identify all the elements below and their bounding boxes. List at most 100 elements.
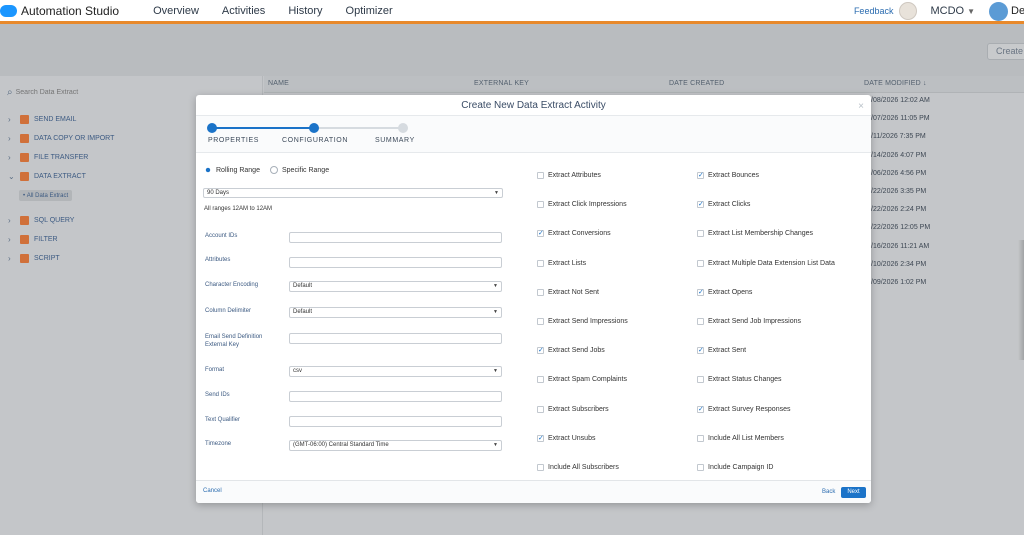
checkbox-option[interactable]: Extract Spam Complaints xyxy=(537,376,627,383)
checkbox-unchecked[interactable] xyxy=(697,376,704,383)
nav-history[interactable]: History xyxy=(288,5,322,17)
nav-activities[interactable]: Activities xyxy=(222,5,265,17)
cancel-button[interactable]: Cancel xyxy=(203,488,222,494)
checkbox-checked[interactable] xyxy=(697,200,704,208)
range-select-value: 90 Days xyxy=(207,190,230,196)
format-select[interactable]: csv ▼ xyxy=(289,366,502,377)
checkbox-option[interactable]: Extract Status Changes xyxy=(697,376,782,383)
checkbox-unchecked[interactable] xyxy=(537,260,544,267)
profile-image-icon[interactable] xyxy=(899,2,918,20)
checkbox-checked[interactable] xyxy=(537,434,544,442)
checkbox-option[interactable]: Extract List Membership Changes xyxy=(697,230,813,237)
sidebar-item-filter[interactable]: › FILTER xyxy=(8,235,58,244)
send-ids-input[interactable] xyxy=(289,391,502,402)
checkbox-option[interactable]: Extract Sent xyxy=(697,346,747,354)
checkbox-unchecked[interactable] xyxy=(537,201,544,208)
attributes-input[interactable] xyxy=(289,257,502,268)
sidebar-subitem-all-data-extract[interactable]: • All Data Extract xyxy=(19,190,73,201)
feedback-link[interactable]: Feedback xyxy=(854,6,894,16)
text-qualifier-input[interactable] xyxy=(289,416,502,427)
checkbox-unchecked[interactable] xyxy=(537,464,544,471)
checkbox-label: Extract Sent xyxy=(708,347,747,354)
checkbox-checked[interactable] xyxy=(697,288,704,296)
checkbox-option[interactable]: Extract Send Job Impressions xyxy=(697,318,801,325)
checkbox-unchecked[interactable] xyxy=(537,376,544,383)
checkbox-option[interactable]: Extract Survey Responses xyxy=(697,405,790,413)
checkbox-unchecked[interactable] xyxy=(697,318,704,325)
column-header-external-key[interactable]: EXTERNAL KEY xyxy=(474,80,529,87)
checkbox-checked[interactable] xyxy=(697,405,704,413)
sidebar-item-send-email[interactable]: › SEND EMAIL xyxy=(8,115,76,124)
checkbox-unchecked[interactable] xyxy=(697,230,704,237)
checkbox-unchecked[interactable] xyxy=(537,406,544,413)
specific-range-label: Specific Range xyxy=(282,166,330,174)
checkbox-option[interactable]: Extract Multiple Data Extension List Dat… xyxy=(697,260,835,267)
checkbox-unchecked[interactable] xyxy=(697,260,704,267)
nav-overview[interactable]: Overview xyxy=(153,5,199,17)
checkbox-option[interactable]: Extract Send Jobs xyxy=(537,346,605,354)
salesforce-cloud-icon[interactable] xyxy=(0,5,17,17)
checkbox-label: Include Campaign ID xyxy=(708,464,774,471)
checkbox-checked[interactable] xyxy=(537,346,544,354)
user-name[interactable]: Den xyxy=(1011,5,1024,17)
next-button[interactable]: Next xyxy=(841,487,866,498)
checkbox-option[interactable]: Include Campaign ID xyxy=(697,464,773,471)
search-input[interactable] xyxy=(15,89,136,96)
radio-button[interactable] xyxy=(204,166,212,174)
sidebar-item-file-transfer[interactable]: › FILE TRANSFER xyxy=(8,153,88,162)
business-unit-switcher[interactable]: MCDO xyxy=(930,5,964,17)
step-dot-configuration[interactable] xyxy=(309,123,319,133)
step-dot-properties[interactable] xyxy=(207,123,217,133)
checkbox-option[interactable]: Extract Attributes xyxy=(537,172,601,179)
date-modified-cell: /14/2026 4:07 PM xyxy=(871,152,927,159)
date-modified-cell: /09/2026 1:02 PM xyxy=(871,279,927,286)
checkbox-option[interactable]: Extract Clicks xyxy=(697,200,750,208)
checkbox-option[interactable]: Extract Conversions xyxy=(537,229,611,237)
date-modified-cell: /06/2026 4:56 PM xyxy=(871,170,927,177)
sidebar-item-data-extract[interactable]: ⌄ DATA EXTRACT xyxy=(8,172,86,181)
rolling-range-option[interactable]: Rolling Range xyxy=(204,166,260,174)
user-avatar-icon[interactable] xyxy=(989,1,1008,21)
column-header-date-modified[interactable]: DATE MODIFIED ↓ xyxy=(864,80,927,87)
chevron-right-icon: › xyxy=(8,134,11,143)
checkbox-checked[interactable] xyxy=(697,346,704,354)
checkbox-option[interactable]: Extract Send Impressions xyxy=(537,318,628,325)
nav-optimizer[interactable]: Optimizer xyxy=(346,5,393,17)
create-activity-button[interactable]: Create A xyxy=(987,43,1024,60)
checkbox-option[interactable]: Extract Lists xyxy=(537,260,586,267)
checkbox-unchecked[interactable] xyxy=(537,289,544,296)
sidebar-item-label: FILE TRANSFER xyxy=(34,154,89,161)
sidebar-item-script[interactable]: › SCRIPT xyxy=(8,254,60,263)
checkbox-option[interactable]: Include All Subscribers xyxy=(537,464,619,471)
checkbox-option[interactable]: Extract Unsubs xyxy=(537,434,595,442)
close-icon[interactable]: × xyxy=(858,101,864,112)
sidebar-item-data-copy[interactable]: › DATA COPY OR IMPORT xyxy=(8,134,114,143)
checkbox-option[interactable]: Extract Subscribers xyxy=(537,406,609,413)
timezone-select[interactable]: (GMT-06:00) Central Standard Time ▼ xyxy=(289,440,502,451)
checkbox-unchecked[interactable] xyxy=(697,464,704,471)
caret-down-icon[interactable]: ▼ xyxy=(967,7,975,16)
checkbox-option[interactable]: Include All List Members xyxy=(697,435,784,442)
specific-range-option[interactable]: Specific Range xyxy=(270,166,329,174)
checkbox-option[interactable]: Extract Opens xyxy=(697,288,752,296)
checkbox-unchecked[interactable] xyxy=(537,318,544,325)
email-send-definition-input[interactable] xyxy=(289,333,502,344)
column-delimiter-select[interactable]: Default ▼ xyxy=(289,307,502,318)
checkbox-checked[interactable] xyxy=(537,229,544,237)
back-button[interactable]: Back xyxy=(822,489,835,495)
sidebar-item-label: DATA COPY OR IMPORT xyxy=(34,135,115,142)
radio-button[interactable] xyxy=(270,166,278,174)
caret-down-icon: ▼ xyxy=(493,309,498,315)
checkbox-option[interactable]: Extract Not Sent xyxy=(537,289,599,296)
checkbox-option[interactable]: Extract Bounces xyxy=(697,171,759,179)
checkbox-checked[interactable] xyxy=(697,171,704,179)
range-select[interactable]: 90 Days ▼ xyxy=(203,188,503,198)
character-encoding-select[interactable]: Default ▼ xyxy=(289,281,502,292)
column-header-name[interactable]: NAME xyxy=(268,80,289,87)
checkbox-unchecked[interactable] xyxy=(537,172,544,179)
checkbox-option[interactable]: Extract Click Impressions xyxy=(537,201,627,208)
checkbox-unchecked[interactable] xyxy=(697,435,704,442)
sidebar-item-sql-query[interactable]: › SQL QUERY xyxy=(8,216,74,225)
column-header-date-created[interactable]: DATE CREATED xyxy=(669,80,724,87)
account-ids-input[interactable] xyxy=(289,232,502,243)
